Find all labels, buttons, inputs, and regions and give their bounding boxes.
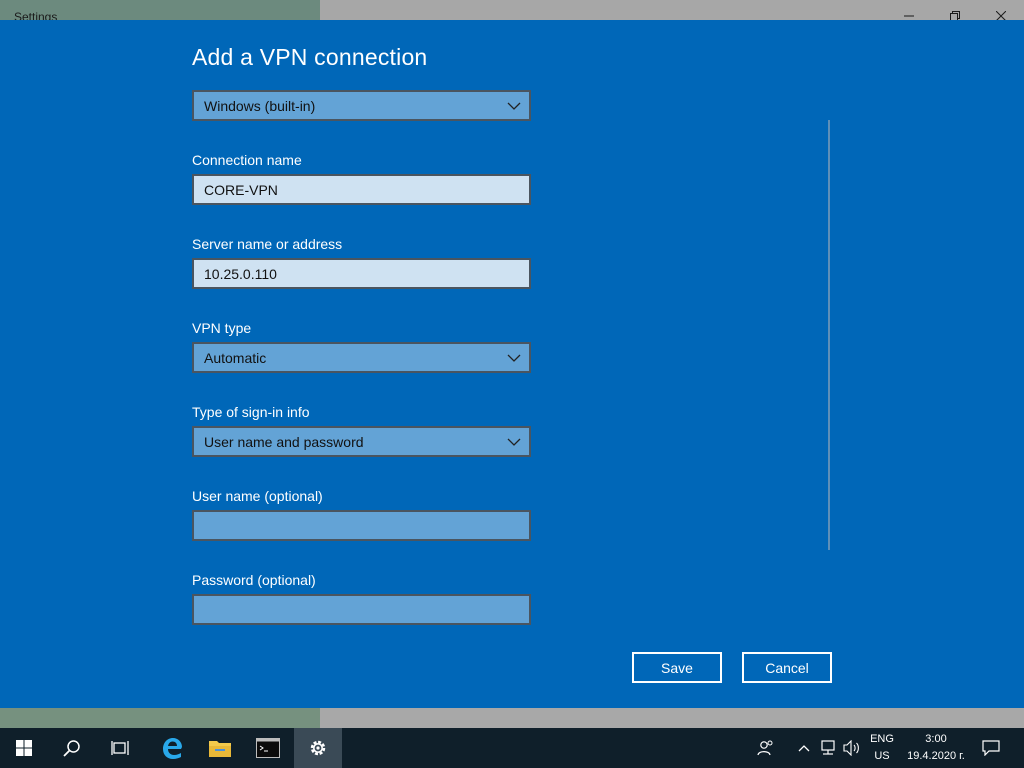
background-bottom-right xyxy=(320,708,1024,728)
server-address-value: 10.25.0.110 xyxy=(204,265,277,282)
vpn-type-dropdown[interactable]: Automatic xyxy=(192,342,531,373)
vpn-dialog: Add a VPN connection Windows (built-in) … xyxy=(0,20,1024,708)
clock-date[interactable]: 19.4.2020 г. xyxy=(900,750,972,762)
server-address-label: Server name or address xyxy=(192,236,343,252)
volume-button[interactable] xyxy=(840,728,864,768)
edge-button[interactable] xyxy=(148,728,196,768)
file-explorer-button[interactable] xyxy=(196,728,244,768)
chevron-down-icon xyxy=(507,354,521,362)
start-icon xyxy=(16,740,32,756)
server-address-input[interactable]: 10.25.0.110 xyxy=(192,258,531,289)
search-button[interactable] xyxy=(48,728,96,768)
vpn-type-value: Automatic xyxy=(204,349,267,366)
username-input[interactable] xyxy=(192,510,531,541)
signin-type-label: Type of sign-in info xyxy=(192,404,310,420)
show-hidden-icons-button[interactable] xyxy=(792,728,816,768)
chevron-up-icon xyxy=(798,745,810,752)
connection-name-value: CORE-VPN xyxy=(204,181,278,198)
chevron-down-icon xyxy=(507,102,521,110)
terminal-icon xyxy=(256,738,280,758)
action-center-button[interactable] xyxy=(976,728,1006,768)
notification-icon xyxy=(982,740,1000,756)
connection-name-input[interactable]: CORE-VPN xyxy=(192,174,531,205)
signin-type-dropdown[interactable]: User name and password xyxy=(192,426,531,457)
language-indicator-bottom[interactable]: US xyxy=(864,750,900,762)
settings-button[interactable] xyxy=(294,728,342,768)
start-button[interactable] xyxy=(0,728,48,768)
vpn-provider-dropdown[interactable]: Windows (built-in) xyxy=(192,90,531,121)
volume-icon xyxy=(843,740,859,756)
people-icon xyxy=(757,740,773,756)
vpn-type-label: VPN type xyxy=(192,320,252,336)
save-button[interactable]: Save xyxy=(632,652,722,683)
network-icon xyxy=(821,740,835,755)
password-input[interactable] xyxy=(192,594,531,625)
file-explorer-icon xyxy=(209,741,231,757)
dialog-title: Add a VPN connection xyxy=(192,44,428,70)
signin-type-value: User name and password xyxy=(204,433,364,450)
language-indicator-top[interactable]: ENG xyxy=(864,733,900,745)
taskbar: ENG US 3:00 19.4.2020 г. xyxy=(0,728,1024,768)
chevron-down-icon xyxy=(507,438,521,446)
settings-icon xyxy=(310,740,326,756)
vpn-provider-value: Windows (built-in) xyxy=(204,97,316,114)
cancel-button[interactable]: Cancel xyxy=(742,652,832,683)
username-label: User name (optional) xyxy=(192,488,323,504)
clock-time[interactable]: 3:00 xyxy=(902,733,970,745)
edge-icon xyxy=(163,738,182,759)
network-button[interactable] xyxy=(816,728,840,768)
terminal-button[interactable] xyxy=(244,728,292,768)
search-icon xyxy=(63,740,80,757)
background-bottom-left xyxy=(0,708,320,728)
task-view-button[interactable] xyxy=(96,728,144,768)
password-label: Password (optional) xyxy=(192,572,316,588)
task-view-icon xyxy=(111,741,129,755)
people-button[interactable] xyxy=(746,728,786,768)
scrollbar[interactable] xyxy=(828,120,830,550)
connection-name-label: Connection name xyxy=(192,152,302,168)
